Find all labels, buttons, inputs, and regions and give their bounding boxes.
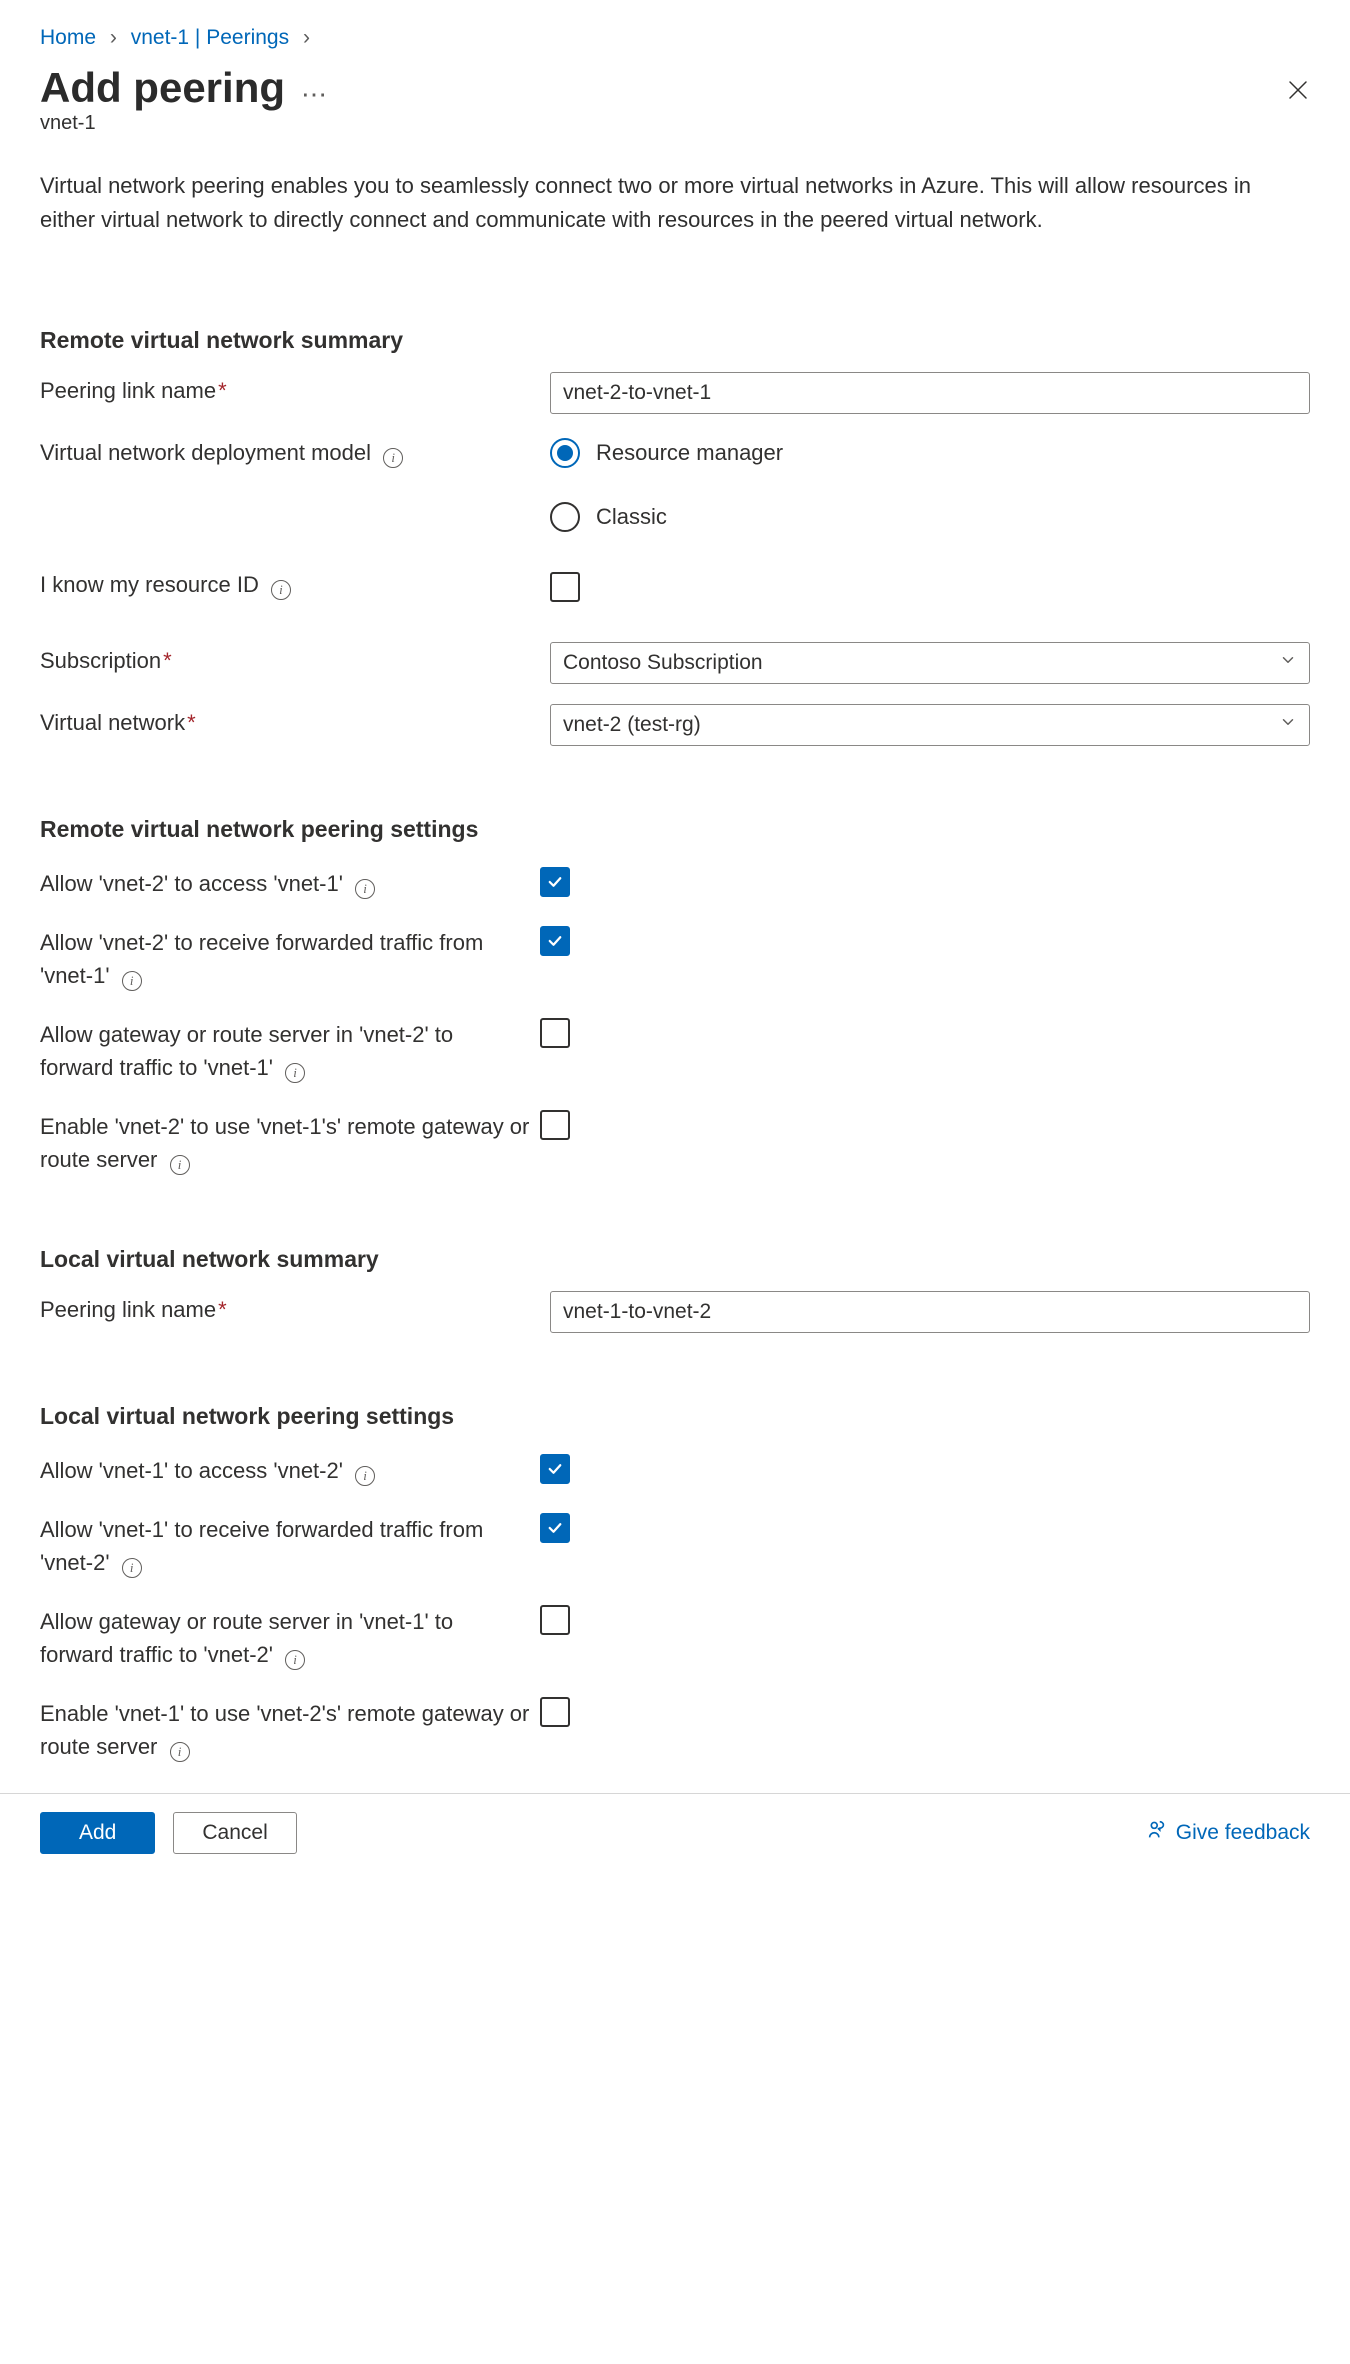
breadcrumb-home-link[interactable]: Home	[40, 26, 96, 49]
remote-enable-remote-gateway-label: Enable 'vnet-2' to use 'vnet-1's' remote…	[40, 1104, 540, 1176]
info-icon[interactable]: i	[285, 1650, 305, 1670]
local-peering-link-name-label: Peering link name*	[40, 1291, 550, 1323]
local-enable-remote-gateway-label: Enable 'vnet-1' to use 'vnet-2's' remote…	[40, 1691, 540, 1763]
local-allow-forwarded-checkbox[interactable]	[540, 1513, 570, 1543]
know-resource-id-label: I know my resource ID i	[40, 566, 550, 600]
local-allow-access-checkbox[interactable]	[540, 1454, 570, 1484]
remote-allow-forwarded-checkbox[interactable]	[540, 926, 570, 956]
section-heading-local-settings: Local virtual network peering settings	[40, 1403, 1310, 1430]
breadcrumb-peerings-link[interactable]: vnet-1 | Peerings	[131, 26, 289, 49]
radio-label: Resource manager	[596, 440, 783, 466]
give-feedback-label: Give feedback	[1176, 1821, 1310, 1845]
deployment-model-classic-radio[interactable]: Classic	[550, 502, 1310, 532]
remote-allow-gateway-checkbox[interactable]	[540, 1018, 570, 1048]
local-peering-link-name-input[interactable]	[550, 1291, 1310, 1333]
info-icon[interactable]: i	[170, 1155, 190, 1175]
info-icon[interactable]: i	[355, 879, 375, 899]
virtual-network-value: vnet-2 (test-rg)	[563, 713, 701, 737]
know-resource-id-checkbox[interactable]	[550, 572, 580, 602]
info-icon[interactable]: i	[383, 448, 403, 468]
info-icon[interactable]: i	[271, 580, 291, 600]
add-button[interactable]: Add	[40, 1812, 155, 1854]
virtual-network-select[interactable]: vnet-2 (test-rg)	[550, 704, 1310, 746]
radio-label: Classic	[596, 504, 667, 530]
local-allow-forwarded-label: Allow 'vnet-1' to receive forwarded traf…	[40, 1507, 540, 1579]
local-allow-gateway-checkbox[interactable]	[540, 1605, 570, 1635]
deployment-model-label: Virtual network deployment model i	[40, 434, 550, 468]
remote-allow-forwarded-label: Allow 'vnet-2' to receive forwarded traf…	[40, 920, 540, 992]
page-subtitle: vnet-1	[40, 112, 1310, 135]
info-icon[interactable]: i	[122, 971, 142, 991]
remote-allow-access-checkbox[interactable]	[540, 867, 570, 897]
local-allow-access-label: Allow 'vnet-1' to access 'vnet-2' i	[40, 1448, 540, 1487]
page-title: Add peering	[40, 64, 285, 112]
remote-enable-remote-gateway-checkbox[interactable]	[540, 1110, 570, 1140]
section-heading-remote-settings: Remote virtual network peering settings	[40, 816, 1310, 843]
page-intro-text: Virtual network peering enables you to s…	[40, 169, 1310, 237]
peering-link-name-label: Peering link name*	[40, 372, 550, 404]
remote-peering-link-name-input[interactable]	[550, 372, 1310, 414]
cancel-button[interactable]: Cancel	[173, 1812, 296, 1854]
subscription-label: Subscription*	[40, 642, 550, 674]
info-icon[interactable]: i	[355, 1466, 375, 1486]
breadcrumb: Home › vnet-1 | Peerings ›	[40, 20, 1310, 60]
close-icon[interactable]	[1286, 78, 1310, 108]
section-heading-local-summary: Local virtual network summary	[40, 1246, 1310, 1273]
local-enable-remote-gateway-checkbox[interactable]	[540, 1697, 570, 1727]
remote-allow-gateway-label: Allow gateway or route server in 'vnet-2…	[40, 1012, 540, 1084]
chevron-right-icon: ›	[102, 26, 125, 49]
deployment-model-resource-manager-radio[interactable]: Resource manager	[550, 438, 1310, 468]
virtual-network-label: Virtual network*	[40, 704, 550, 736]
info-icon[interactable]: i	[285, 1063, 305, 1083]
chevron-down-icon	[1279, 713, 1297, 737]
subscription-value: Contoso Subscription	[563, 651, 763, 675]
chevron-right-icon: ›	[295, 26, 318, 49]
chevron-down-icon	[1279, 651, 1297, 675]
info-icon[interactable]: i	[122, 1558, 142, 1578]
remote-allow-access-label: Allow 'vnet-2' to access 'vnet-1' i	[40, 861, 540, 900]
subscription-select[interactable]: Contoso Subscription	[550, 642, 1310, 684]
info-icon[interactable]: i	[170, 1742, 190, 1762]
local-allow-gateway-label: Allow gateway or route server in 'vnet-1…	[40, 1599, 540, 1671]
feedback-icon	[1146, 1819, 1168, 1847]
section-heading-remote-summary: Remote virtual network summary	[40, 327, 1310, 354]
give-feedback-link[interactable]: Give feedback	[1146, 1819, 1310, 1847]
